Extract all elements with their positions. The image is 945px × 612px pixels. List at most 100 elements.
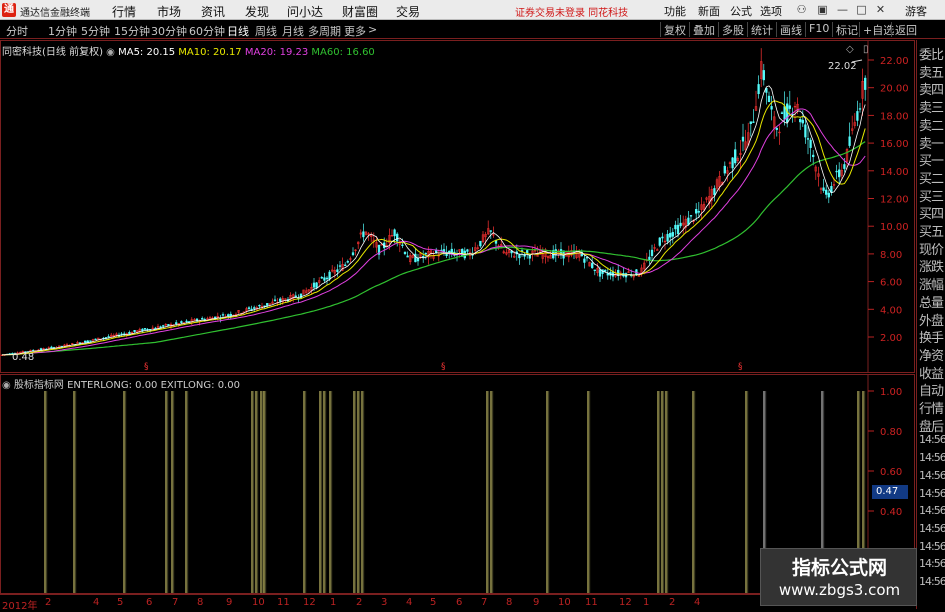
side-panel-item[interactable]: 14:56	[919, 504, 945, 517]
side-panel-item[interactable]: 换手	[919, 327, 944, 346]
candle-body	[757, 84, 760, 95]
period-30min[interactable]: 30分钟	[151, 23, 187, 39]
panel-toggle-icon[interactable]: ▯	[863, 44, 869, 55]
login-banner[interactable]: 证券交易未登录 同花科技	[515, 4, 628, 19]
side-panel-item[interactable]: 收益	[919, 363, 944, 382]
draw-line-button[interactable]: 画线	[776, 22, 802, 37]
mark-button[interactable]: 标记	[832, 22, 858, 37]
candle-body	[315, 282, 318, 288]
indicator-tick-label: 0.40	[880, 507, 902, 518]
side-panel-item[interactable]: 总量	[919, 292, 944, 311]
side-panel-item[interactable]: 现价	[919, 239, 944, 258]
side-panel-item[interactable]: 买二	[919, 168, 944, 187]
back-button[interactable]: 返回	[891, 22, 917, 37]
side-panel-item[interactable]: 行情	[919, 398, 944, 417]
price-chart[interactable]: 22.00 20.00 18.00 16.00 14.00 12.00 10.00 8.00 6…	[0, 40, 915, 373]
settings-icon[interactable]: ◉	[106, 47, 115, 58]
ma60-line	[1, 141, 866, 356]
menu-ask[interactable]: 问小达	[287, 3, 323, 20]
side-panel-item[interactable]: 卖四	[919, 79, 944, 98]
minimize-icon[interactable]: —	[834, 1, 851, 18]
side-panel-item[interactable]: 卖一	[919, 133, 944, 152]
time-axis-label: 8	[506, 597, 513, 608]
candle-body	[403, 251, 407, 255]
side-panel-item[interactable]: 买四	[919, 203, 944, 222]
side-panel-item[interactable]: 卖二	[919, 115, 944, 134]
period-multi[interactable]: 多周期	[308, 23, 341, 39]
chevron-right-icon[interactable]: >	[368, 23, 377, 36]
time-axis-label: 5	[117, 597, 124, 608]
menu-news[interactable]: 资讯	[201, 3, 225, 20]
menu-new-page[interactable]: 新面	[698, 3, 720, 19]
overlay-button[interactable]: 叠加	[689, 22, 715, 37]
side-panel-item[interactable]: 涨幅	[919, 274, 944, 293]
side-panel-item[interactable]: 卖五	[919, 62, 944, 81]
candle-body	[162, 325, 165, 327]
period-tick[interactable]: 分时	[6, 23, 28, 39]
side-panel-item[interactable]: 外盘	[919, 310, 944, 329]
time-axis-label: 2012年	[2, 601, 38, 612]
side-panel-item[interactable]: 卖三	[919, 97, 944, 116]
menu-options[interactable]: 选项	[760, 3, 782, 19]
adjust-button[interactable]: 复权	[660, 22, 686, 37]
menu-quotes[interactable]: 行情	[112, 3, 136, 20]
price-tick-label: 12.00	[880, 195, 909, 206]
period-60min[interactable]: 60分钟	[189, 23, 225, 39]
menu-function[interactable]: 功能	[664, 3, 686, 19]
candle-body	[489, 230, 492, 232]
quote-side-panel: 委比 卖五 卖四 卖三 卖二 卖一 买一 买二 买三 买四 买五 现价 涨跌 涨幅 总量 外盘 换手 净资 收益 自动…	[916, 40, 945, 609]
period-weekly[interactable]: 周线	[255, 23, 277, 39]
menu-wealth[interactable]: 财富圈	[342, 3, 378, 20]
side-panel-item[interactable]: 买五	[919, 221, 944, 240]
period-daily[interactable]: 日线	[227, 23, 249, 39]
candle-body	[406, 255, 409, 258]
candle-body	[273, 299, 277, 301]
side-panel-item[interactable]: 14:56	[919, 433, 945, 446]
side-panel-item[interactable]: 14:56	[919, 451, 945, 464]
close-icon[interactable]: ✕	[872, 1, 889, 18]
period-1min[interactable]: 1分钟	[48, 23, 77, 39]
period-5min[interactable]: 5分钟	[81, 23, 110, 39]
side-panel-item[interactable]: 委比	[919, 44, 944, 63]
candle-body	[518, 254, 521, 259]
side-panel-item[interactable]: 14:56	[919, 540, 945, 553]
multi-stock-button[interactable]: 多股	[718, 22, 744, 37]
candle-body	[804, 124, 807, 138]
side-panel-item[interactable]: 涨跌	[919, 256, 944, 275]
candle-body	[279, 298, 282, 302]
side-panel-item[interactable]: 买一	[919, 150, 944, 169]
indicator-settings-icon[interactable]: ◉	[2, 380, 11, 391]
side-panel-item[interactable]: 自动	[919, 380, 944, 399]
side-panel-item[interactable]: 14:56	[919, 487, 945, 500]
enterlong-value: ENTERLONG: 0.00	[67, 380, 158, 391]
watermark-title: 指标公式网	[791, 557, 887, 579]
side-panel-item[interactable]: 14:56	[919, 469, 945, 482]
side-panel-item[interactable]: 盘后	[919, 416, 944, 435]
menu-trade[interactable]: 交易	[396, 3, 420, 20]
menu-formula[interactable]: 公式	[730, 3, 752, 19]
period-15min[interactable]: 15分钟	[114, 23, 150, 39]
candle-body	[783, 106, 786, 120]
time-axis-label: 3	[381, 597, 388, 608]
lock-icon[interactable]: ▣	[814, 1, 831, 18]
diamond-icon[interactable]: ◇	[846, 44, 854, 55]
side-panel-item[interactable]: 14:56	[919, 557, 945, 570]
candle-body	[687, 217, 690, 225]
candle-body	[201, 318, 204, 320]
period-monthly[interactable]: 月线	[282, 23, 304, 39]
side-panel-item[interactable]: 买三	[919, 186, 944, 205]
period-more[interactable]: 更多	[344, 23, 366, 39]
candle-body	[780, 112, 784, 114]
f10-button[interactable]: F10	[805, 22, 829, 37]
signal-bars	[44, 391, 866, 593]
side-panel-item[interactable]: 14:56	[919, 522, 945, 535]
guest-label[interactable]: 游客	[905, 3, 927, 19]
side-panel-item[interactable]: 净资	[919, 345, 944, 364]
menu-discover[interactable]: 发现	[245, 3, 269, 20]
statistics-button[interactable]: 统计	[747, 22, 773, 37]
add-watchlist-button[interactable]: +自选	[859, 22, 894, 37]
menu-market[interactable]: 市场	[157, 3, 181, 20]
maximize-icon[interactable]: □	[853, 1, 870, 18]
side-panel-item[interactable]: 14:56	[919, 575, 945, 588]
user-icon[interactable]: ⚇	[793, 1, 810, 18]
